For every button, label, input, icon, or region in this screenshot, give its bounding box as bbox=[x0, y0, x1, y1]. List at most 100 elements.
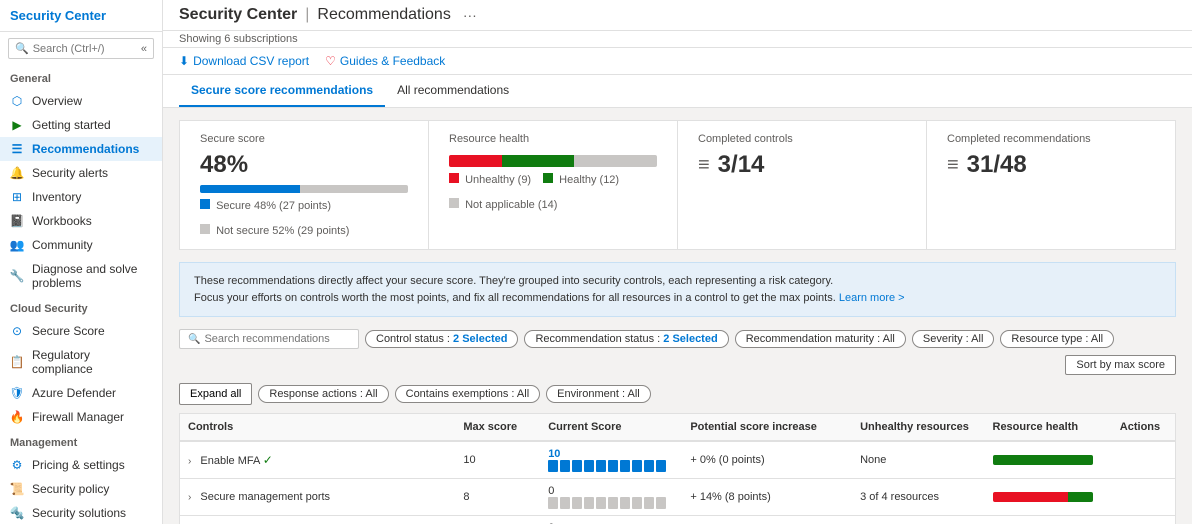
sidebar-item-recommendations[interactable]: ☰ Recommendations bbox=[0, 137, 162, 161]
cell-current-score: 0 bbox=[540, 479, 682, 516]
secure-bar-empty bbox=[300, 185, 408, 193]
azure-defender-icon: 🛡 bbox=[10, 386, 24, 400]
recommendations-search[interactable]: 🔍 bbox=[179, 329, 359, 349]
score-seg-filled bbox=[644, 460, 654, 472]
download-csv-button[interactable]: ⬇ Download CSV report bbox=[179, 54, 309, 68]
sort-button[interactable]: Sort by max score bbox=[1065, 355, 1176, 375]
guides-feedback-button[interactable]: ♡ Guides & Feedback bbox=[325, 54, 445, 68]
inventory-icon: ⊞ bbox=[10, 190, 24, 204]
score-seg-filled bbox=[572, 460, 582, 472]
filter-contains-exemptions[interactable]: Contains exemptions : All bbox=[395, 385, 541, 403]
recommendations-icon: ☰ bbox=[10, 142, 24, 156]
table-body: › Enable MFA ✓ 10 10 + 0% (0 points) Non… bbox=[180, 441, 1176, 524]
expand-all-button[interactable]: Expand all bbox=[179, 383, 252, 405]
toolbar: ⬇ Download CSV report ♡ Guides & Feedbac… bbox=[163, 48, 1192, 75]
regulatory-icon: 📋 bbox=[10, 355, 24, 369]
sidebar-item-regulatory[interactable]: 📋 Regulatory compliance bbox=[0, 343, 162, 381]
sidebar-item-security-alerts[interactable]: 🔔 Security alerts bbox=[0, 161, 162, 185]
app-title: Security Center bbox=[179, 6, 297, 24]
sidebar-item-workbooks[interactable]: 📓 Workbooks bbox=[0, 209, 162, 233]
score-seg-filled bbox=[656, 460, 666, 472]
sidebar-item-label: Firewall Manager bbox=[32, 410, 124, 424]
learn-more-link[interactable]: Learn more > bbox=[839, 292, 905, 304]
cell-unhealthy: None bbox=[852, 441, 984, 479]
security-policy-icon: 📜 bbox=[10, 482, 24, 496]
tab-all-recommendations[interactable]: All recommendations bbox=[385, 75, 521, 107]
sidebar-item-label: Inventory bbox=[32, 190, 81, 204]
cell-actions bbox=[1112, 441, 1176, 479]
sidebar-item-firewall-manager[interactable]: 🔥 Firewall Manager bbox=[0, 405, 162, 429]
sidebar-item-getting-started[interactable]: ▶ Getting started bbox=[0, 113, 162, 137]
legend-healthy: Healthy (12) bbox=[543, 173, 619, 186]
sidebar-item-overview[interactable]: ⬡ Overview bbox=[0, 89, 162, 113]
table-row: › Remediate vulnerabilities 6 0 + 11% (6… bbox=[180, 516, 1176, 524]
sidebar-item-label: Getting started bbox=[32, 118, 111, 132]
management-section-label: Management bbox=[0, 429, 162, 453]
cell-unhealthy: 3 of 4 resources bbox=[852, 479, 984, 516]
cell-name: › Enable MFA ✓ bbox=[180, 441, 456, 479]
sidebar-item-security-solutions[interactable]: 🔩 Security solutions bbox=[0, 501, 162, 524]
health-red-seg bbox=[993, 492, 1068, 502]
sidebar-item-pricing[interactable]: ⚙ Pricing & settings bbox=[0, 453, 162, 477]
download-label: Download CSV report bbox=[193, 54, 309, 68]
score-seg-filled bbox=[548, 460, 558, 472]
filter-resource-type[interactable]: Resource type : All bbox=[1000, 330, 1114, 348]
col-unhealthy: Unhealthy resources bbox=[852, 414, 984, 442]
col-actions: Actions bbox=[1112, 414, 1176, 442]
collapse-sidebar-button[interactable]: « bbox=[141, 43, 147, 55]
completed-controls-stat: Completed controls ≡ 3/14 bbox=[678, 121, 927, 249]
app-title: Security Center bbox=[10, 8, 152, 23]
more-options-button[interactable]: ··· bbox=[463, 7, 477, 23]
shield-icon: ⬡ bbox=[10, 94, 24, 108]
filters-row: 🔍 Control status : 2 Selected Recommenda… bbox=[179, 329, 1176, 375]
score-seg-empty bbox=[608, 497, 618, 509]
col-max-score: Max score bbox=[455, 414, 540, 442]
score-seg-filled bbox=[632, 460, 642, 472]
score-bar bbox=[548, 497, 674, 509]
filter-response-actions[interactable]: Response actions : All bbox=[258, 385, 388, 403]
sidebar-item-secure-score[interactable]: ⊙ Secure Score bbox=[0, 319, 162, 343]
filter-severity[interactable]: Severity : All bbox=[912, 330, 995, 348]
cell-max-score: 10 bbox=[455, 441, 540, 479]
score-seg-empty bbox=[620, 497, 630, 509]
legend-na: Not applicable (14) bbox=[449, 198, 557, 211]
sidebar-item-azure-defender[interactable]: 🛡 Azure Defender bbox=[0, 381, 162, 405]
getting-started-icon: ▶ bbox=[10, 118, 24, 132]
expand-row-chevron[interactable]: › bbox=[188, 456, 191, 467]
completed-controls-value-row: ≡ 3/14 bbox=[698, 151, 906, 179]
cloud-security-section-label: Cloud Security bbox=[0, 295, 162, 319]
filter-recommendation-maturity[interactable]: Recommendation maturity : All bbox=[735, 330, 906, 348]
score-seg-empty bbox=[632, 497, 642, 509]
main-content: Security Center | Recommendations ··· Sh… bbox=[163, 0, 1192, 524]
sidebar-item-community[interactable]: 👥 Community bbox=[0, 233, 162, 257]
control-name: Enable MFA bbox=[200, 455, 259, 467]
sidebar-item-inventory[interactable]: ⊞ Inventory bbox=[0, 185, 162, 209]
cell-name: › Secure management ports bbox=[180, 479, 456, 516]
filter-recommendation-status[interactable]: Recommendation status : 2 Selected bbox=[524, 330, 728, 348]
secure-score-label: Secure score bbox=[200, 133, 408, 145]
secure-dot bbox=[200, 199, 210, 209]
sidebar-item-label: Diagnose and solve problems bbox=[32, 262, 152, 290]
cell-current-score: 10 bbox=[540, 441, 682, 479]
cell-potential: + 14% (8 points) bbox=[682, 479, 852, 516]
resource-health-stat: Resource health Unhealthy (9) Healthy (1… bbox=[429, 121, 678, 249]
secure-score-legend: Secure 48% (27 points) Not secure 52% (2… bbox=[200, 199, 408, 237]
sidebar-item-label: Security policy bbox=[32, 482, 109, 496]
sidebar: Security Center 🔍 « General ⬡ Overview ▶… bbox=[0, 0, 163, 524]
resource-health-bar bbox=[449, 155, 657, 167]
tab-secure-score[interactable]: Secure score recommendations bbox=[179, 75, 385, 107]
completed-recs-value: 31/48 bbox=[967, 151, 1027, 179]
filter-control-status[interactable]: Control status : 2 Selected bbox=[365, 330, 518, 348]
completed-recs-label: Completed recommendations bbox=[947, 133, 1155, 145]
check-icon: ✓ bbox=[263, 453, 273, 467]
sidebar-item-diagnose[interactable]: 🔧 Diagnose and solve problems bbox=[0, 257, 162, 295]
sidebar-search-box[interactable]: 🔍 « bbox=[8, 38, 154, 59]
col-controls: Controls bbox=[180, 414, 456, 442]
search-input[interactable] bbox=[33, 43, 141, 55]
secure-score-icon: ⊙ bbox=[10, 324, 24, 338]
expand-row-chevron[interactable]: › bbox=[188, 492, 191, 503]
sidebar-item-security-policy[interactable]: 📜 Security policy bbox=[0, 477, 162, 501]
recommendations-search-input[interactable] bbox=[204, 333, 350, 345]
filter-environment[interactable]: Environment : All bbox=[546, 385, 651, 403]
unhealthy-dot bbox=[449, 173, 459, 183]
